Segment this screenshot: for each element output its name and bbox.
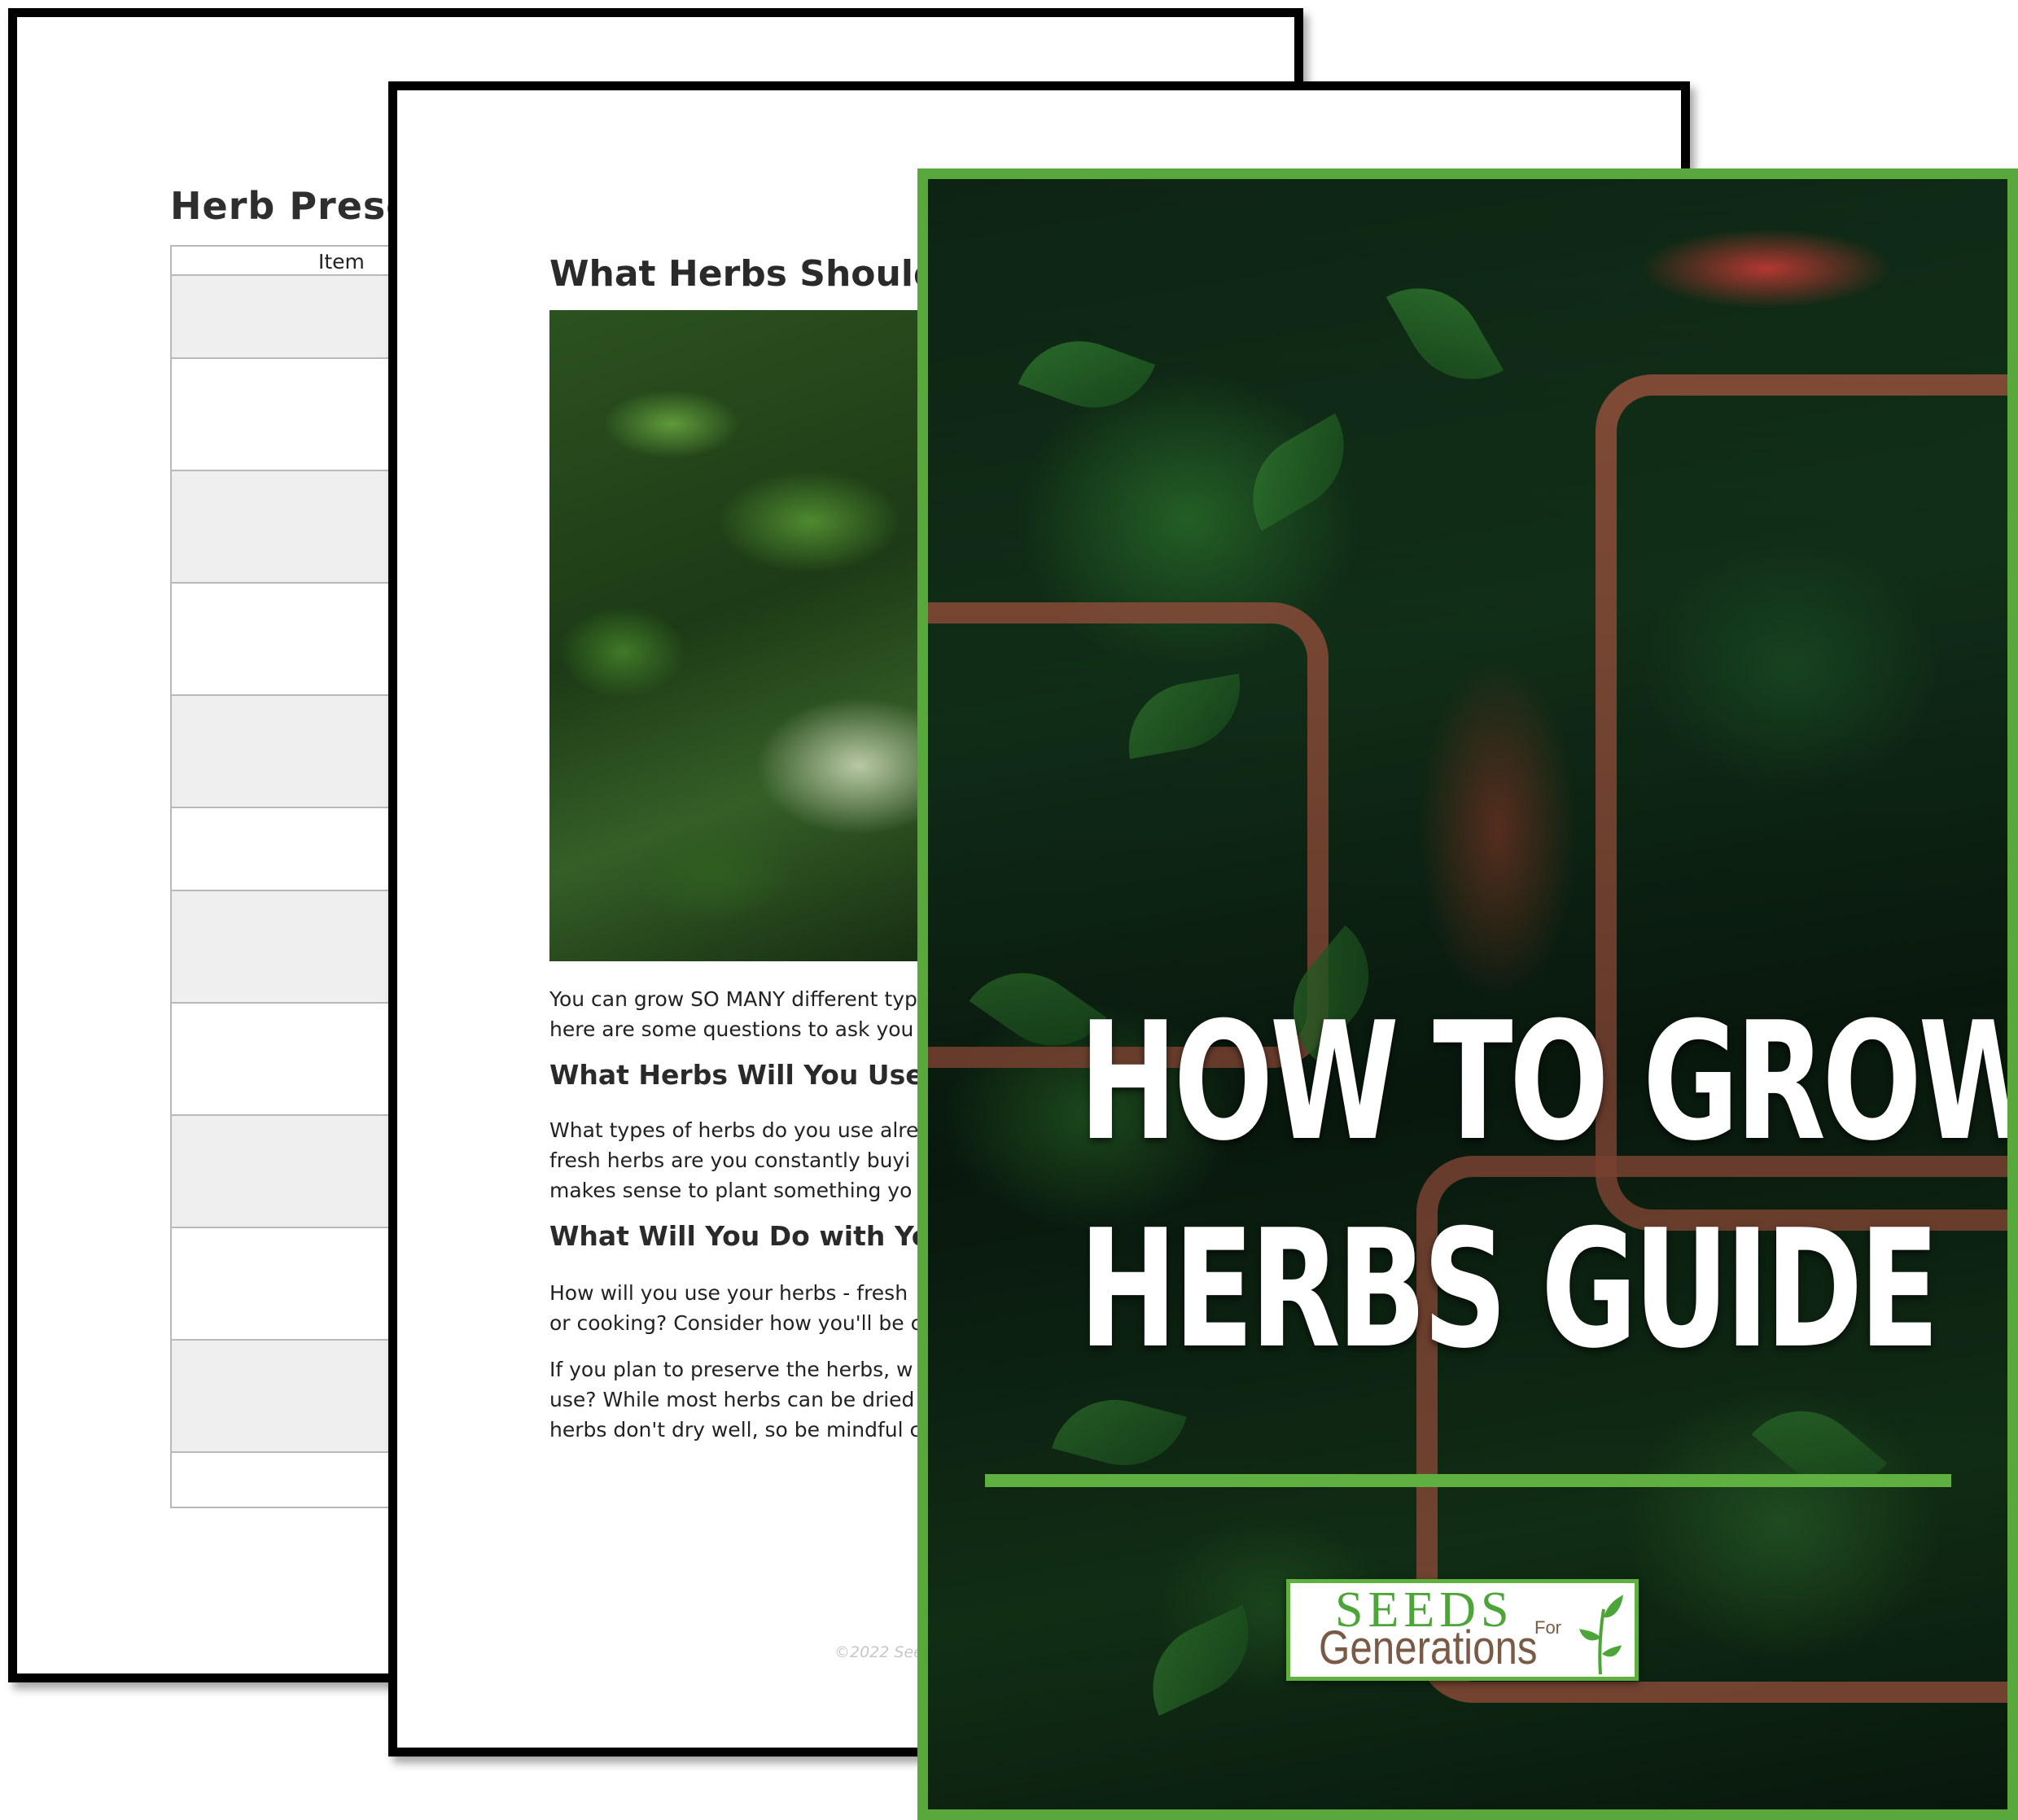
section-heading: What Herbs Will You Use? [549,1059,939,1091]
sprout-icon [1579,1595,1623,1674]
cover-page: HOW TO GROW HERBS GUIDE SEEDS For Genera… [917,168,2018,1820]
cover-divider [985,1474,1951,1487]
logo-generations-text: Generations [1319,1621,1538,1674]
cover-title-line1: HOW TO GROW [1079,987,2018,1177]
table-header-item: Item [318,250,365,273]
logo-for-text: For [1534,1617,1561,1638]
cover-title-line2: HERBS GUIDE [1079,1195,1940,1385]
page-footer: ©2022 See [834,1643,923,1661]
herb-photo [549,310,973,961]
seeds-for-generations-logo: SEEDS For Generations [1286,1579,1639,1681]
article-heading: What Herbs Should [549,253,939,295]
